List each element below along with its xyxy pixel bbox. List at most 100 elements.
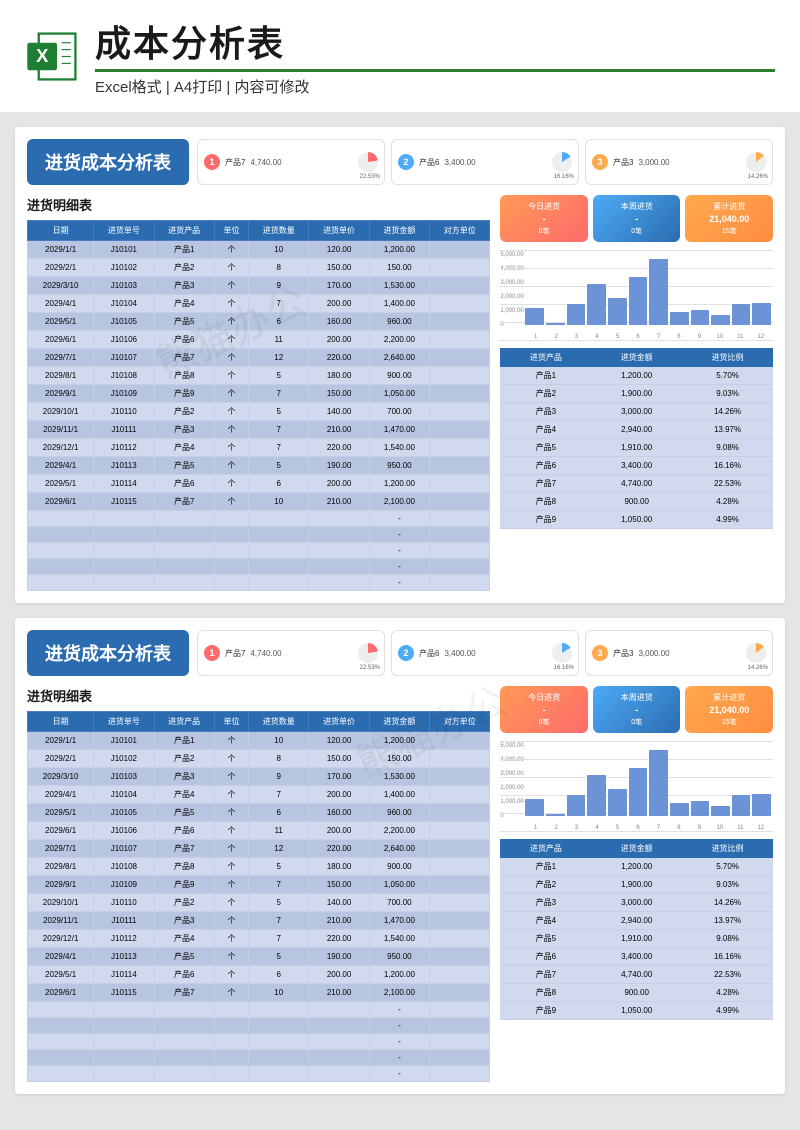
chart-bar [670, 803, 689, 816]
chart-x-tick: 11 [730, 825, 750, 831]
chart-x-tick: 6 [628, 825, 648, 831]
stat-sub: 0笔 [504, 226, 584, 236]
chart-bar [691, 801, 710, 816]
summary-row: 产品42,940.0013.97% [500, 421, 773, 439]
detail-header: 进货产品 [154, 221, 214, 241]
table-row-empty: - [28, 511, 490, 527]
detail-table: 日期进货单号进货产品单位进货数量进货单价进货金额对方单位 2029/1/1J10… [27, 711, 490, 1082]
chart-bar [546, 814, 565, 816]
detail-header: 对方单位 [430, 712, 490, 732]
rank-badge: 2 [398, 645, 414, 661]
detail-header: 单位 [214, 712, 248, 732]
rank-card-3: 3 产品3 3,000.00 14.26% [585, 139, 773, 185]
chart-x-tick: 12 [751, 334, 771, 340]
stat-value: - [597, 214, 677, 224]
chart-bar [587, 284, 606, 325]
summary-header: 进货金额 [591, 348, 682, 367]
chart-y-tick: 5,000.00 [500, 743, 523, 749]
chart-x-tick: 3 [566, 334, 586, 340]
rank-product: 产品7 [225, 648, 245, 659]
sheet-title: 进货成本分析表 [27, 630, 189, 676]
chart-bar [732, 304, 751, 325]
rank-donut-icon: 22.53% [358, 152, 378, 172]
chart-bar [691, 310, 710, 325]
summary-row: 产品11,200.005.70% [500, 858, 773, 876]
chart-x-tick: 1 [525, 825, 545, 831]
chart-bar [711, 806, 730, 816]
table-row: 2029/6/1J10115产品7个10210.002,100.00 [28, 493, 490, 511]
chart-y-tick: 2,000.00 [500, 294, 523, 300]
table-row: 2029/8/1J10108产品8个5180.00900.00 [28, 367, 490, 385]
chart-x-tick: 1 [525, 334, 545, 340]
stat-cards: 今日进货 - 0笔 本周进货 - 0笔 累计进货 21,040.00 15笔 [500, 195, 773, 242]
table-row: 2029/6/1J10106产品6个11200.002,200.00 [28, 822, 490, 840]
detail-header: 对方单位 [430, 221, 490, 241]
detail-header: 进货单价 [309, 221, 369, 241]
table-row-empty: - [28, 527, 490, 543]
summary-row: 产品11,200.005.70% [500, 367, 773, 385]
table-row: 2029/5/1J10114产品6个6200.001,200.00 [28, 966, 490, 984]
table-row: 2029/5/1J10114产品6个6200.001,200.00 [28, 475, 490, 493]
sheet-title: 进货成本分析表 [27, 139, 189, 185]
chart-y-tick: 4,000.00 [500, 757, 523, 763]
chart-x-tick: 7 [648, 334, 668, 340]
detail-header: 进货单价 [309, 712, 369, 732]
chart-bar [670, 312, 689, 325]
table-row: 2029/4/1J10104产品4个7200.001,400.00 [28, 295, 490, 313]
chart-y-tick: 0 [500, 322, 503, 328]
summary-row: 产品91,050.004.99% [500, 511, 773, 529]
stat-label: 本周进货 [597, 692, 677, 703]
detail-header: 进货金额 [369, 712, 429, 732]
table-row: 2029/8/1J10108产品8个5180.00900.00 [28, 858, 490, 876]
chart-y-tick: 4,000.00 [500, 266, 523, 272]
table-row-empty: - [28, 1034, 490, 1050]
detail-header: 进货金额 [369, 221, 429, 241]
rank-product: 产品7 [225, 157, 245, 168]
table-row: 2029/5/1J10105产品5个6160.00960.00 [28, 313, 490, 331]
rank-donut-icon: 16.16% [552, 152, 572, 172]
rank-card-2: 2 产品6 3,400.00 16.16% [391, 139, 579, 185]
detail-header: 单位 [214, 221, 248, 241]
summary-row: 产品74,740.0022.53% [500, 475, 773, 493]
chart-y-tick: 5,000.00 [500, 252, 523, 258]
summary-row: 产品8900.004.28% [500, 984, 773, 1002]
stat-sub: 0笔 [597, 717, 677, 727]
rank-donut-icon: 16.16% [552, 643, 572, 663]
chart-x-tick: 3 [566, 825, 586, 831]
rank-product: 产品3 [613, 157, 633, 168]
rank-card-2: 2 产品6 3,400.00 16.16% [391, 630, 579, 676]
detail-table: 日期进货单号进货产品单位进货数量进货单价进货金额对方单位 2029/1/1J10… [27, 220, 490, 591]
chart-x-tick: 10 [710, 334, 730, 340]
rank-amount: 3,400.00 [444, 158, 475, 167]
table-row: 2029/10/1J10110产品2个5140.00700.00 [28, 403, 490, 421]
stat-cards: 今日进货 - 0笔 本周进货 - 0笔 累计进货 21,040.00 15笔 [500, 686, 773, 733]
rank-badge: 1 [204, 645, 220, 661]
rank-product: 产品6 [419, 157, 439, 168]
detail-header: 日期 [28, 712, 94, 732]
summary-header: 进货比例 [682, 839, 773, 858]
summary-row: 产品51,910.009.08% [500, 439, 773, 457]
detail-header: 日期 [28, 221, 94, 241]
rank-donut-icon: 22.53% [358, 643, 378, 663]
stat-card-3: 累计进货 21,040.00 15笔 [685, 195, 773, 242]
rank-badge: 3 [592, 154, 608, 170]
rank-card-1: 1 产品7 4,740.00 22.53% [197, 630, 385, 676]
detail-section-title: 进货明细表 [27, 195, 490, 214]
table-row-empty: - [28, 543, 490, 559]
summary-header: 进货产品 [500, 348, 591, 367]
chart-x-tick: 8 [669, 334, 689, 340]
detail-header: 进货数量 [249, 221, 309, 241]
table-row: 2029/2/1J10102产品2个8150.00150.00 [28, 750, 490, 768]
stat-value: 21,040.00 [689, 705, 769, 715]
chart-bar [608, 789, 627, 816]
chart-y-tick: 1,000.00 [500, 308, 523, 314]
chart-y-tick: 0 [500, 813, 503, 819]
page-subtitle: Excel格式 | A4打印 | 内容可修改 [95, 76, 775, 97]
rank-badge: 1 [204, 154, 220, 170]
chart-bar [629, 768, 648, 816]
table-row: 2029/5/1J10105产品5个6160.00960.00 [28, 804, 490, 822]
chart-y-tick: 2,000.00 [500, 785, 523, 791]
rank-product: 产品6 [419, 648, 439, 659]
chart-bar [752, 303, 771, 325]
table-row: 2029/9/1J10109产品9个7150.001,050.00 [28, 385, 490, 403]
